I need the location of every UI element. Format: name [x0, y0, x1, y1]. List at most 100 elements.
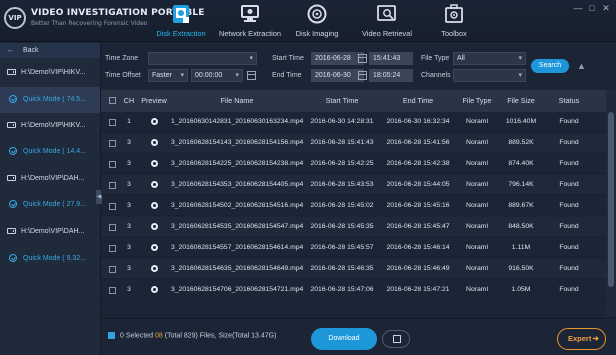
tab-label: Network Extraction — [218, 29, 282, 38]
cell-ch: 3 — [127, 286, 131, 293]
preview-play-icon[interactable] — [150, 285, 158, 293]
mode-label: Quick Mode ( 74.5... — [23, 96, 87, 103]
sidebar-item-quick-mode[interactable]: Quick Mode ( 9.32... — [0, 246, 100, 272]
file-type-select[interactable]: All — [453, 52, 526, 65]
pin-icon[interactable]: ▲ — [577, 61, 586, 71]
tab-toolbox[interactable]: Toolbox — [424, 0, 484, 42]
preview-play-icon[interactable] — [150, 180, 158, 188]
cell-preview[interactable] — [139, 259, 169, 279]
cell-preview[interactable] — [139, 112, 169, 132]
calendar-icon[interactable] — [358, 71, 367, 80]
cell-preview[interactable] — [139, 280, 169, 300]
preview-play-icon[interactable] — [150, 264, 158, 272]
table-row[interactable]: 3 3_20160628154502_20160628154516.mp4 2016… — [101, 196, 606, 216]
cell-end-time: 2016-06-30 16:32:34 — [386, 118, 450, 125]
download-button[interactable]: Download — [311, 328, 377, 350]
app-subtitle: Better Than Recovering Forensic Video — [31, 20, 148, 27]
time-zone-select[interactable] — [148, 52, 257, 65]
table-row[interactable]: 1 1_20160630142831_20160630163234.mp4 2016… — [101, 112, 606, 132]
column-header-file-type[interactable]: File Type — [457, 90, 497, 112]
column-header-file-name[interactable]: File Name — [171, 90, 303, 112]
tab-video-retrieval[interactable]: Video Retrieval — [354, 0, 420, 42]
column-header-preview[interactable]: Preview — [139, 90, 169, 112]
cell-preview[interactable] — [139, 175, 169, 195]
close-button[interactable]: ✕ — [600, 3, 612, 13]
sidebar-item-source[interactable]: H:\Demo\VIP\DAH... — [0, 166, 100, 192]
back-button[interactable]: ← Back — [0, 43, 100, 58]
check-circle-icon — [9, 147, 17, 156]
row-checkbox[interactable] — [109, 287, 116, 294]
cell-file-size: 874.40K — [508, 160, 534, 167]
cell-ch: 3 — [127, 181, 131, 188]
cell-preview[interactable] — [139, 196, 169, 216]
end-date-input[interactable]: 2016-06-30 — [311, 69, 364, 82]
cell-start-time: 2016-06-28 15:45:02 — [310, 202, 374, 209]
column-header-ch[interactable]: CH — [121, 90, 137, 112]
start-time-input[interactable]: 15:41:43 — [369, 52, 413, 65]
cell-status: Found — [559, 286, 579, 293]
cell-preview[interactable] — [139, 217, 169, 237]
tab-disk-imaging[interactable]: Disk Imaging — [286, 0, 348, 42]
expert-button[interactable]: Expert ➜ — [557, 328, 606, 350]
sidebar-item-source[interactable]: H:\Demo\VIP\HIKV... — [0, 60, 100, 86]
cell-status: Found — [559, 202, 579, 209]
column-header-status[interactable]: Status — [545, 90, 593, 112]
row-checkbox[interactable] — [109, 224, 116, 231]
time-offset-input[interactable]: 00:00:00 — [191, 69, 243, 82]
calendar-icon[interactable] — [358, 54, 367, 63]
row-checkbox[interactable] — [109, 161, 116, 168]
calculator-icon[interactable] — [247, 71, 256, 80]
table-scrollbar[interactable] — [606, 90, 616, 316]
row-checkbox[interactable] — [109, 266, 116, 273]
end-time-input[interactable]: 18:05:24 — [369, 69, 413, 82]
row-checkbox[interactable] — [109, 203, 116, 210]
sidebar-item-quick-mode[interactable]: Quick Mode ( 27.9... — [0, 192, 100, 218]
sidebar-item-quick-mode[interactable]: Quick Mode ( 74.5... — [0, 87, 100, 113]
table-row[interactable]: 3 3_20160628154635_20160628154649.mp4 2016… — [101, 259, 606, 279]
minimize-button[interactable]: — — [572, 3, 584, 13]
channels-select[interactable] — [453, 69, 526, 82]
search-button[interactable]: Search — [531, 59, 569, 73]
cell-ch: 3 — [127, 223, 131, 230]
select-all-checkbox[interactable] — [109, 97, 116, 104]
hard-drive-icon — [7, 228, 16, 235]
cell-ch: 3 — [127, 160, 131, 167]
cell-ch: 3 — [127, 244, 131, 251]
preview-play-icon[interactable] — [150, 201, 158, 209]
selection-checkbox[interactable] — [108, 332, 115, 339]
cell-preview[interactable] — [139, 238, 169, 258]
row-checkbox[interactable] — [109, 119, 116, 126]
tab-network-extraction[interactable]: Network Extraction — [214, 0, 286, 42]
table-row[interactable]: 3 3_20160628154557_20160628154614.mp4 2016… — [101, 238, 606, 258]
maximize-button[interactable]: □ — [586, 3, 598, 13]
tab-disk-extraction[interactable]: Disk Extraction — [150, 0, 212, 42]
sidebar-item-source[interactable]: H:\Demo\VIP\HIKV... — [0, 113, 100, 139]
disk-imaging-icon — [307, 4, 327, 24]
row-checkbox[interactable] — [109, 182, 116, 189]
preview-play-icon[interactable] — [150, 117, 158, 125]
table-row[interactable]: 3 3_20160628154353_20160628154405.mp4 2016… — [101, 175, 606, 195]
scrollbar-thumb[interactable] — [608, 112, 614, 287]
preview-play-icon[interactable] — [150, 243, 158, 251]
table-row[interactable]: 3 3_20160628154706_20160628154721.mp4 2016… — [101, 280, 606, 300]
table-row[interactable]: 3 3_20160628154535_20160628154547.mp4 2016… — [101, 217, 606, 237]
preview-play-icon[interactable] — [150, 159, 158, 167]
cell-preview[interactable] — [139, 133, 169, 153]
table-row[interactable]: 3 3_20160628154143_20160628154156.mp4 2016… — [101, 133, 606, 153]
save-button[interactable] — [382, 330, 410, 348]
mode-label: Quick Mode ( 14.4... — [23, 148, 87, 155]
column-header-end-time[interactable]: End Time — [381, 90, 455, 112]
table-row[interactable]: 3 3_20160628154225_20160628154238.mp4 2016… — [101, 154, 606, 174]
cell-preview[interactable] — [139, 154, 169, 174]
preview-play-icon[interactable] — [150, 222, 158, 230]
preview-play-icon[interactable] — [150, 138, 158, 146]
hard-drive-icon — [7, 175, 16, 182]
start-date-input[interactable]: 2016-06-28 — [311, 52, 364, 65]
time-offset-mode-select[interactable]: Faster — [148, 69, 188, 82]
column-header-file-size[interactable]: File Size — [499, 90, 543, 112]
sidebar-item-source[interactable]: H:\Demo\VIP\DAH... — [0, 219, 100, 245]
column-header-start-time[interactable]: Start Time — [305, 90, 379, 112]
row-checkbox[interactable] — [109, 140, 116, 147]
sidebar-item-quick-mode[interactable]: Quick Mode ( 14.4... — [0, 139, 100, 165]
row-checkbox[interactable] — [109, 245, 116, 252]
